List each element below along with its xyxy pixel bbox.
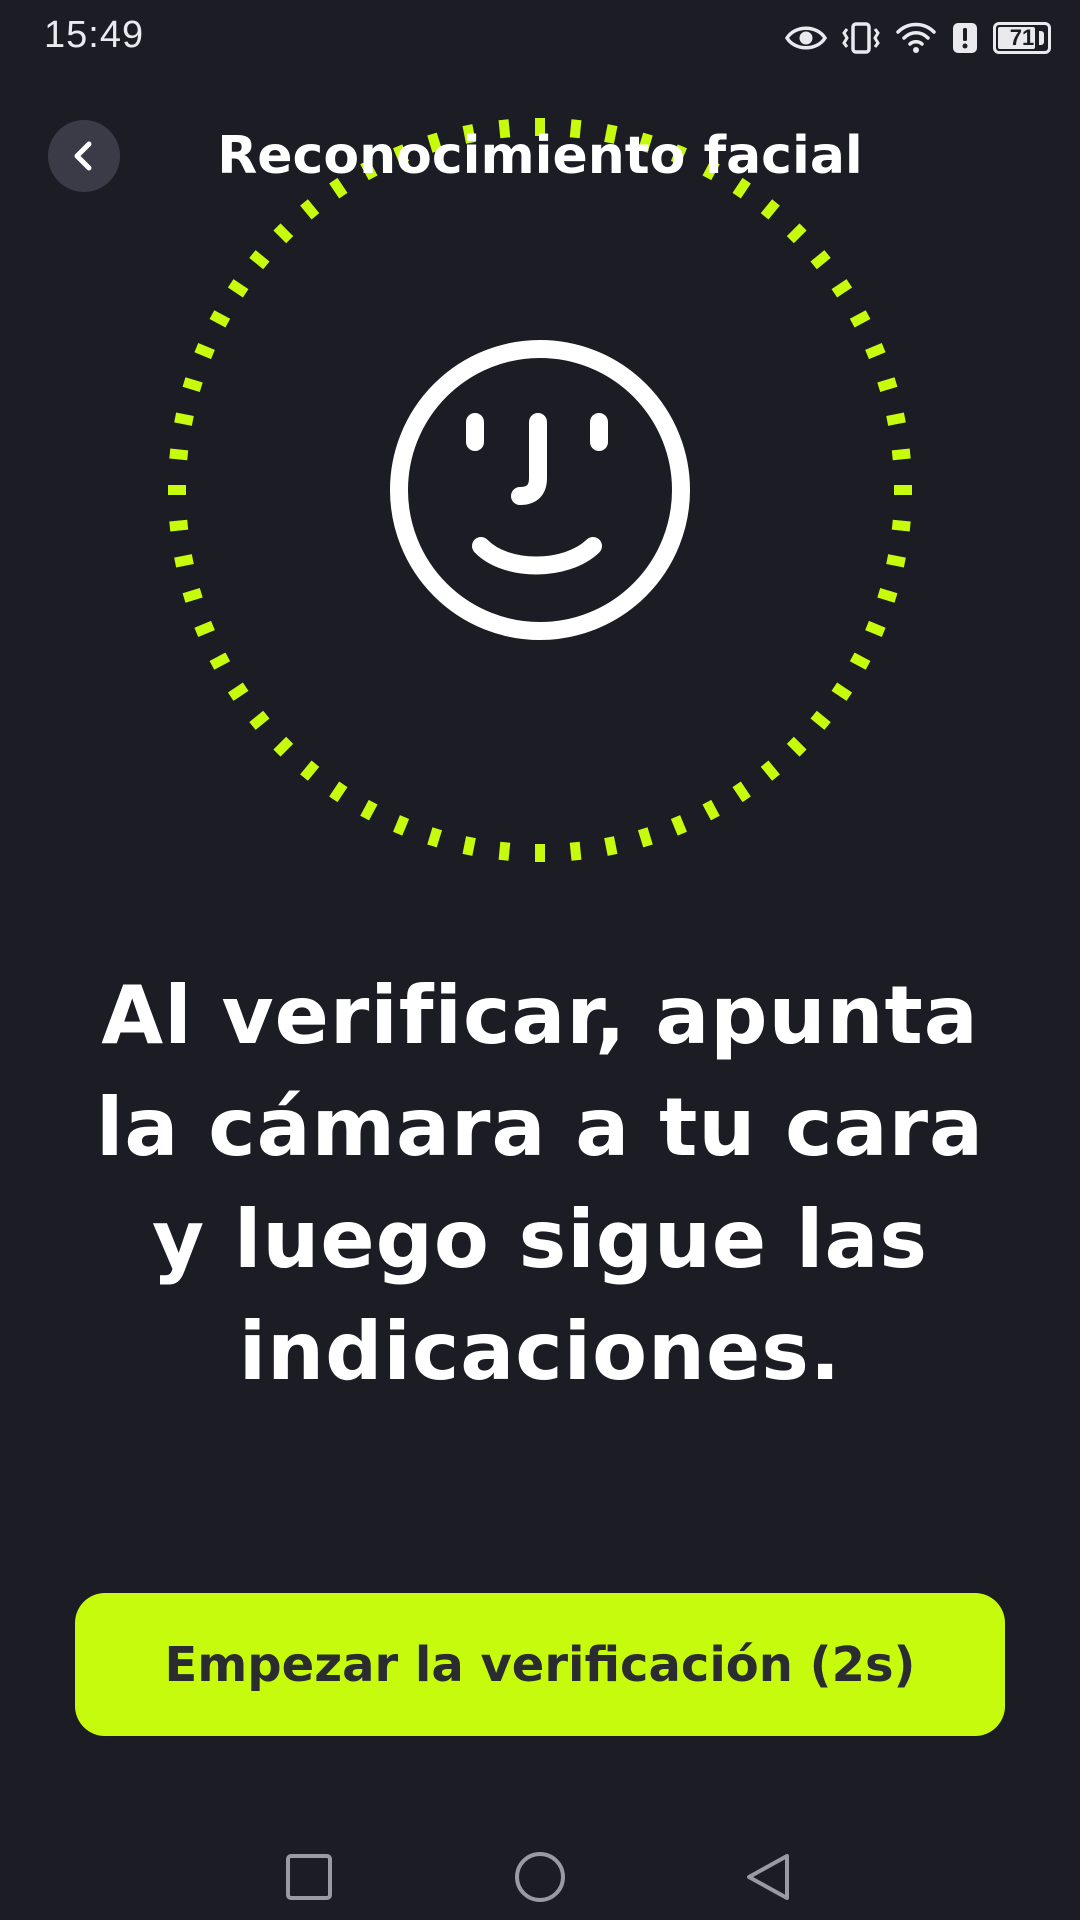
vibrate-icon: [841, 21, 881, 55]
scan-ring-dash: [865, 620, 886, 637]
scan-ring-dash: [174, 554, 194, 568]
scan-ring-dash: [702, 799, 720, 821]
scan-ring-dash: [273, 736, 294, 757]
scan-ring-dash: [637, 827, 653, 848]
recents-button[interactable]: [274, 1842, 344, 1912]
status-icons: 71: [785, 16, 1051, 60]
scan-ring-dash: [273, 223, 294, 244]
scan-ring-dash: [393, 815, 410, 836]
scan-ring-dash: [249, 710, 270, 730]
scan-ring-dash: [498, 841, 511, 861]
scan-ring-dash: [427, 827, 443, 848]
recents-icon: [284, 1852, 334, 1902]
scan-ring-dash: [174, 412, 194, 426]
scan-ring-dash: [877, 377, 898, 393]
scan-ring-dash: [891, 448, 911, 461]
home-button[interactable]: [505, 1842, 575, 1912]
scan-ring-dash: [810, 710, 831, 730]
scan-ring-dash: [670, 815, 687, 836]
page-title: Reconocimiento facial: [217, 126, 863, 186]
scan-ring-dash: [462, 836, 476, 856]
scan-ring-dash: [886, 412, 906, 426]
start-verification-label: Empezar la verificación (2s): [164, 1636, 916, 1693]
scan-ring-dash: [209, 310, 231, 328]
scan-ring-dash: [849, 652, 871, 670]
alert-icon: [951, 21, 979, 55]
scan-ring-dash: [760, 760, 780, 781]
scan-ring-dash: [360, 799, 378, 821]
scan-ring-dash: [249, 250, 270, 270]
status-time: 15:49: [44, 14, 145, 56]
scan-ring-dash: [760, 199, 780, 220]
scan-ring-dash: [209, 652, 231, 670]
scan-ring-dash: [786, 736, 807, 757]
scan-ring-dash: [786, 223, 807, 244]
scan-ring-dash: [227, 682, 249, 701]
start-verification-button[interactable]: Empezar la verificación (2s): [75, 1593, 1005, 1736]
nav-back-button[interactable]: [734, 1842, 804, 1912]
scan-ring-dash: [227, 279, 249, 298]
scan-ring-dash: [865, 343, 886, 360]
back-icon: [743, 1851, 795, 1903]
scan-ring-dash: [182, 587, 203, 603]
battery-level: 71: [1009, 25, 1035, 50]
scan-ring-dash: [329, 781, 348, 803]
status-bar: 15:49 71: [0, 0, 1080, 76]
eye-icon: [785, 23, 827, 53]
scan-ring-dash: [831, 279, 853, 298]
scan-ring-dash: [891, 519, 911, 532]
scan-ring-dash: [194, 620, 215, 637]
navigation-bar: [0, 1820, 1080, 1920]
scan-ring-dash: [569, 841, 582, 861]
scan-ring-dash: [886, 554, 906, 568]
home-icon: [513, 1850, 567, 1904]
scan-ring-dash: [300, 199, 320, 220]
battery-icon: 71: [993, 22, 1051, 54]
scan-ring-dash: [810, 250, 831, 270]
scan-ring-dash: [169, 519, 189, 532]
face-id-icon: [388, 338, 692, 642]
scan-ring-dash: [194, 343, 215, 360]
scan-ring-dash: [182, 377, 203, 393]
scan-ring-dash: [732, 781, 751, 803]
scan-ring-dash: [849, 310, 871, 328]
instruction-text: Al verificar, apunta la cámara a tu cara…: [95, 969, 985, 1398]
wifi-icon: [895, 21, 937, 55]
scan-ring-dash: [169, 448, 189, 461]
scan-ring-dash: [604, 836, 618, 856]
scan-ring-dash: [877, 587, 898, 603]
scan-ring-dash: [831, 682, 853, 701]
scan-ring-dash: [300, 760, 320, 781]
